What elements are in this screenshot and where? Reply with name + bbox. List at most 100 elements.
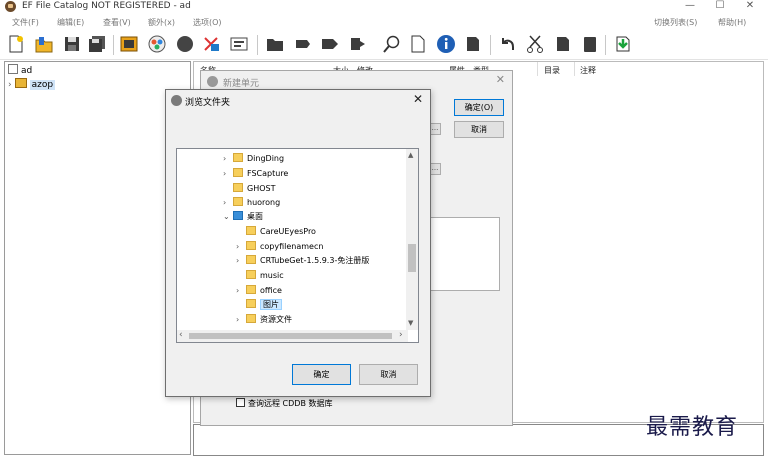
copy-icon[interactable] <box>553 34 573 54</box>
scroll-left-icon[interactable]: ‹ <box>179 330 183 340</box>
folder-item[interactable]: music <box>236 269 284 283</box>
close-icon[interactable]: ✕ <box>413 92 423 106</box>
menu-bar: 文件(F) 编辑(E) 查看(V) 额外(x) 选项(O) 切换列表(S) 帮助… <box>0 15 768 29</box>
title-bar: EF File Catalog NOT REGISTERED - ad — ☐ … <box>0 0 768 14</box>
menu-view[interactable]: 查看(V) <box>103 17 131 28</box>
paste-icon[interactable] <box>580 34 600 54</box>
folder-item-desktop[interactable]: ⌄ 桌面 <box>223 210 263 224</box>
horizontal-scroll-thumb[interactable] <box>189 333 392 339</box>
folder-icon <box>233 153 243 162</box>
close-button[interactable]: ✕ <box>735 0 765 14</box>
column-directory[interactable]: 目录 <box>544 65 560 76</box>
folder-label: DingDing <box>247 154 285 163</box>
chevron-right-icon[interactable]: › <box>236 254 246 268</box>
scroll-right-icon[interactable]: › <box>399 330 403 340</box>
menu-edit[interactable]: 编辑(E) <box>57 17 84 28</box>
folder-item[interactable]: › huorong <box>223 196 280 210</box>
folder-item[interactable]: GHOST <box>223 182 275 196</box>
page-icon[interactable] <box>408 34 428 54</box>
watermark-text: 最需教育 <box>646 415 739 440</box>
desktop-icon <box>233 211 243 220</box>
folder-item[interactable]: › copyfilenamecn <box>236 240 323 254</box>
print-icon[interactable] <box>463 34 483 54</box>
new-volume-dialog-title: 新建单元 <box>223 79 260 89</box>
close-icon[interactable]: ✕ <box>496 73 505 86</box>
folder-label: 桌面 <box>247 212 263 221</box>
chevron-down-icon[interactable]: ⌄ <box>223 210 233 224</box>
update-icon[interactable] <box>613 34 633 54</box>
folder-dark-icon[interactable] <box>265 34 285 54</box>
chevron-right-icon[interactable]: › <box>236 240 246 254</box>
vertical-scroll-thumb[interactable] <box>408 244 416 272</box>
toolbar-separator <box>605 35 606 55</box>
menu-options[interactable]: 选项(O) <box>193 17 222 28</box>
chevron-right-icon[interactable]: › <box>236 284 246 298</box>
folder-item-selected[interactable]: 图片 <box>236 298 282 312</box>
scan-icon[interactable] <box>147 34 167 54</box>
catalog-tree[interactable]: ad › azop <box>4 61 191 455</box>
folder-icon <box>246 299 256 308</box>
export-icon[interactable] <box>348 34 368 54</box>
save-icon[interactable] <box>62 34 82 54</box>
cddb-checkbox-row[interactable]: 查询远程 CDDB 数据库 <box>236 398 332 409</box>
folder-item[interactable]: › CRTubeGet-1.5.9.3-免注册版 <box>236 254 369 268</box>
folder-label: FSCapture <box>247 169 289 178</box>
save-all-icon[interactable] <box>87 34 107 54</box>
dialog-app-icon <box>207 76 218 87</box>
properties-icon[interactable] <box>229 34 249 54</box>
circle-icon[interactable] <box>175 34 195 54</box>
toolbar-separator <box>113 35 114 55</box>
column-divider <box>574 62 575 76</box>
cut-icon[interactable] <box>525 34 545 54</box>
volume-icon <box>14 78 27 88</box>
chevron-right-icon[interactable]: › <box>223 196 233 210</box>
open-catalog-icon[interactable] <box>34 34 54 54</box>
add-volume-icon[interactable] <box>119 34 139 54</box>
chevron-right-icon[interactable]: › <box>223 152 233 166</box>
folder-item[interactable]: › 资源文件 <box>236 313 292 327</box>
folder-label: office <box>260 286 282 295</box>
chevron-right-icon[interactable]: › <box>223 167 233 181</box>
chevron-right-icon[interactable]: › <box>236 313 246 327</box>
minimize-button[interactable]: — <box>675 0 705 14</box>
folder-icon <box>233 168 243 177</box>
ok-button[interactable]: 确定(O) <box>454 99 504 116</box>
new-catalog-icon[interactable] <box>6 34 26 54</box>
chevron-right-icon[interactable]: › <box>8 80 12 90</box>
info-icon[interactable] <box>436 34 456 54</box>
search-icon[interactable] <box>382 34 402 54</box>
tag-icon[interactable] <box>293 34 313 54</box>
menu-switch-list[interactable]: 切换列表(S) <box>654 17 697 28</box>
toolbar-separator <box>490 35 491 55</box>
undo-icon[interactable] <box>497 34 517 54</box>
menu-file[interactable]: 文件(F) <box>12 17 39 28</box>
browse-cancel-button[interactable]: 取消 <box>359 364 418 385</box>
toolbar-separator <box>257 35 258 55</box>
folder-item[interactable]: › FSCapture <box>223 167 288 181</box>
column-comment[interactable]: 注释 <box>580 65 596 76</box>
folder-icon <box>246 314 256 323</box>
tree-root-item[interactable]: ad <box>8 64 32 76</box>
tools-icon[interactable] <box>202 34 222 54</box>
vertical-scrollbar[interactable]: ▲ ▼ <box>406 149 418 330</box>
label-icon[interactable] <box>320 34 340 54</box>
comment-textarea[interactable] <box>428 217 500 291</box>
maximize-button[interactable]: ☐ <box>705 0 735 14</box>
folder-item[interactable]: › office <box>236 284 282 298</box>
browse-ok-button[interactable]: 确定 <box>292 364 351 385</box>
folder-icon <box>246 226 256 235</box>
horizontal-scrollbar[interactable]: ‹ › <box>177 330 408 342</box>
menu-extra[interactable]: 额外(x) <box>148 17 175 28</box>
scroll-down-icon[interactable]: ▼ <box>408 319 413 327</box>
toolbar <box>0 30 768 60</box>
menu-help[interactable]: 帮助(H) <box>718 17 746 28</box>
scroll-up-icon[interactable]: ▲ <box>408 151 413 159</box>
cancel-button[interactable]: 取消 <box>454 121 504 138</box>
folder-tree[interactable]: › DingDing › FSCapture GHOST › huorong ⌄ 桌面 … <box>176 148 419 343</box>
tree-child-item[interactable]: › azop <box>8 78 56 90</box>
cddb-checkbox[interactable] <box>236 398 245 407</box>
column-divider <box>537 62 538 76</box>
folder-item[interactable]: CareUEyesPro <box>236 225 316 239</box>
folder-icon <box>233 183 243 192</box>
folder-item[interactable]: › DingDing <box>223 152 284 166</box>
